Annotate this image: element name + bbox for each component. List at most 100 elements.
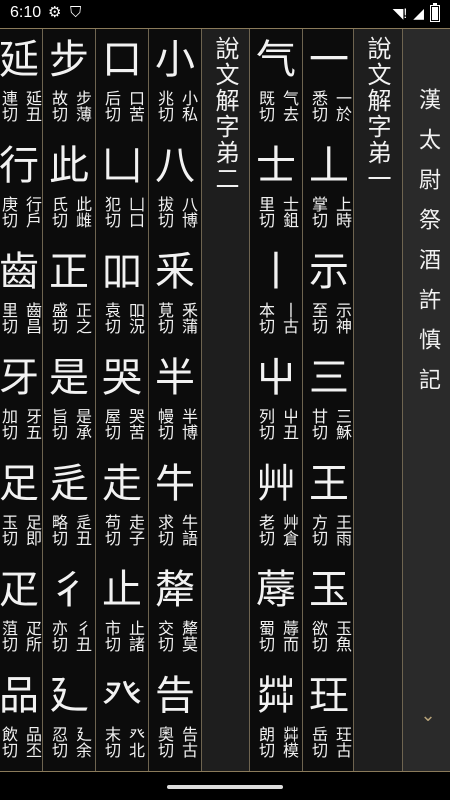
radical-entry[interactable]: 士士鉏 里切 [250, 138, 302, 244]
seal-glyph: 小 [155, 37, 195, 83]
radical-entry[interactable]: 廴廴余 忍切 [43, 668, 95, 774]
radical-character: 釆蒲 [179, 302, 198, 334]
radical-character: 玨古 [333, 726, 352, 758]
radical-entry[interactable]: 齒齒昌 里切 [0, 244, 45, 350]
radical-character: 玉魚 [333, 620, 352, 652]
fanqie-reading: 后切 [102, 90, 121, 122]
fanqie-reading: 故切 [49, 90, 68, 122]
radical-entry[interactable]: 釆釆蒲 莧切 [149, 244, 201, 350]
radical-entry[interactable]: 半半博 幔切 [149, 350, 201, 456]
radical-entry[interactable]: 止止諸 市切 [96, 562, 148, 668]
radical-entry[interactable]: 牛牛語 求切 [149, 456, 201, 562]
radical-character: 吅況 [126, 302, 145, 334]
radical-entry[interactable]: 辵辵丑 略切 [43, 456, 95, 562]
fanqie-reading: 里切 [256, 196, 275, 228]
radical-entry[interactable]: 一一於 悉切 [303, 32, 355, 138]
fanqie-reading: 盛切 [49, 302, 68, 334]
radical-entry[interactable]: 八八博 拔切 [149, 138, 201, 244]
radical-entry[interactable]: 玉玉魚 欲切 [303, 562, 355, 668]
radical-entry[interactable]: 哭哭苦 屋切 [96, 350, 148, 456]
seal-glyph: 正 [49, 249, 89, 295]
seal-glyph: 屮 [256, 355, 296, 401]
signal-icon: ◢ [413, 5, 424, 21]
radical-entry[interactable]: 癶癶北 末切 [96, 668, 148, 774]
home-gesture-handle[interactable] [167, 785, 283, 789]
fanqie-reading: 苟切 [102, 514, 121, 546]
radical-entry[interactable]: 玨玨古 岳切 [303, 668, 355, 774]
radical-character: 此雌 [73, 196, 92, 228]
radical-entry[interactable]: 小小私 兆切 [149, 32, 201, 138]
radical-character: 犛莫 [179, 620, 198, 652]
radical-entry[interactable]: 口口苦 后切 [96, 32, 148, 138]
seal-glyph: 齒 [0, 249, 39, 295]
radical-entry[interactable]: 茻茻模 朗切 [250, 668, 302, 774]
radical-entry[interactable]: 蓐蓐而 蜀切 [250, 562, 302, 668]
radical-entry[interactable]: 正正之 盛切 [43, 244, 95, 350]
radical-entry[interactable]: 疋疋所 菹切 [0, 562, 45, 668]
fanqie-reading: 既切 [256, 90, 275, 122]
radical-entry[interactable]: 犛犛莫 交切 [149, 562, 201, 668]
fanqie-reading: 拔切 [155, 196, 174, 228]
radical-entry[interactable]: 此此雌 氏切 [43, 138, 95, 244]
radical-character: 彳丑 [73, 620, 92, 652]
radical-entry[interactable]: 丄上時 掌切 [303, 138, 355, 244]
seal-glyph: 是 [49, 355, 89, 401]
radical-entry[interactable]: 王王雨 方切 [303, 456, 355, 562]
radical-entry[interactable]: 彳彳丑 亦切 [43, 562, 95, 668]
radical-character: 行戶 [23, 196, 42, 228]
wifi-icon: ◥! [392, 5, 408, 21]
battery-icon [430, 3, 440, 22]
fanqie-reading: 氏切 [49, 196, 68, 228]
radical-entry[interactable]: 艸艸倉 老切 [250, 456, 302, 562]
radical-entry[interactable]: 延延丑 連切 [0, 32, 45, 138]
fanqie-reading: 方切 [309, 514, 328, 546]
fanqie-reading: 岳切 [309, 726, 328, 758]
scroll-content[interactable]: 說文解字弟一 說文解字弟二 一一於 悉切丄上時 掌切示示神 至切三三穌 甘切王王雨 方切玉… [0, 28, 450, 772]
seal-glyph: 步 [49, 37, 89, 83]
fanqie-reading: 老切 [256, 514, 275, 546]
chevron-down-icon[interactable]: ⌄ [418, 706, 438, 726]
seal-glyph: 彳 [49, 567, 89, 613]
radical-character: 示神 [333, 302, 352, 334]
radical-entry[interactable]: 品品丕 飲切 [0, 668, 45, 774]
author-title: 漢太尉祭酒許慎記 [415, 88, 440, 408]
chapter-heading-2[interactable]: 說文解字弟二 [210, 36, 240, 192]
radical-character: 疋所 [23, 620, 42, 652]
radical-entry[interactable]: 足足即 玉切 [0, 456, 45, 562]
fanqie-reading: 忍切 [49, 726, 68, 758]
seal-glyph: 八 [155, 143, 195, 189]
seal-glyph: 玉 [309, 567, 349, 613]
radical-entry[interactable]: 三三穌 甘切 [303, 350, 355, 456]
radical-entry[interactable]: 屮屮丑 列切 [250, 350, 302, 456]
fanqie-reading: 亦切 [49, 620, 68, 652]
status-time: 6:10 [10, 4, 42, 21]
radical-entry[interactable]: 步步薄 故切 [43, 32, 95, 138]
seal-glyph: 哭 [102, 355, 142, 401]
radical-entry[interactable]: 丨丨古 本切 [250, 244, 302, 350]
chapter-heading-1[interactable]: 說文解字弟一 [362, 36, 392, 192]
seal-glyph: 犛 [155, 567, 195, 613]
radical-entry[interactable]: 行行戶 庚切 [0, 138, 45, 244]
radical-entry[interactable]: 吅吅況 袁切 [96, 244, 148, 350]
shield-icon: ⛉ [70, 4, 82, 21]
fanqie-reading: 菹切 [0, 620, 18, 652]
radical-entry[interactable]: 凵凵口 犯切 [96, 138, 148, 244]
radical-entry[interactable]: 告告古 奧切 [149, 668, 201, 774]
column-divider [402, 28, 403, 772]
seal-glyph: 玨 [309, 673, 349, 719]
radical-entry[interactable]: 气气去 既切 [250, 32, 302, 138]
radical-character: 品丕 [23, 726, 42, 758]
fanqie-reading: 至切 [309, 302, 328, 334]
radical-entry[interactable]: 是是承 旨切 [43, 350, 95, 456]
radical-character: 屮丑 [280, 408, 299, 440]
seal-glyph: 釆 [155, 249, 195, 295]
radical-character: 上時 [333, 196, 352, 228]
fanqie-reading: 連切 [0, 90, 18, 122]
radical-character: 茻模 [280, 726, 299, 758]
seal-glyph: 牛 [155, 461, 195, 507]
radical-entry[interactable]: 走走子 苟切 [96, 456, 148, 562]
radical-entry[interactable]: 示示神 至切 [303, 244, 355, 350]
radical-entry[interactable]: 牙牙五 加切 [0, 350, 45, 456]
radical-character: 士鉏 [280, 196, 299, 228]
fanqie-reading: 略切 [49, 514, 68, 546]
